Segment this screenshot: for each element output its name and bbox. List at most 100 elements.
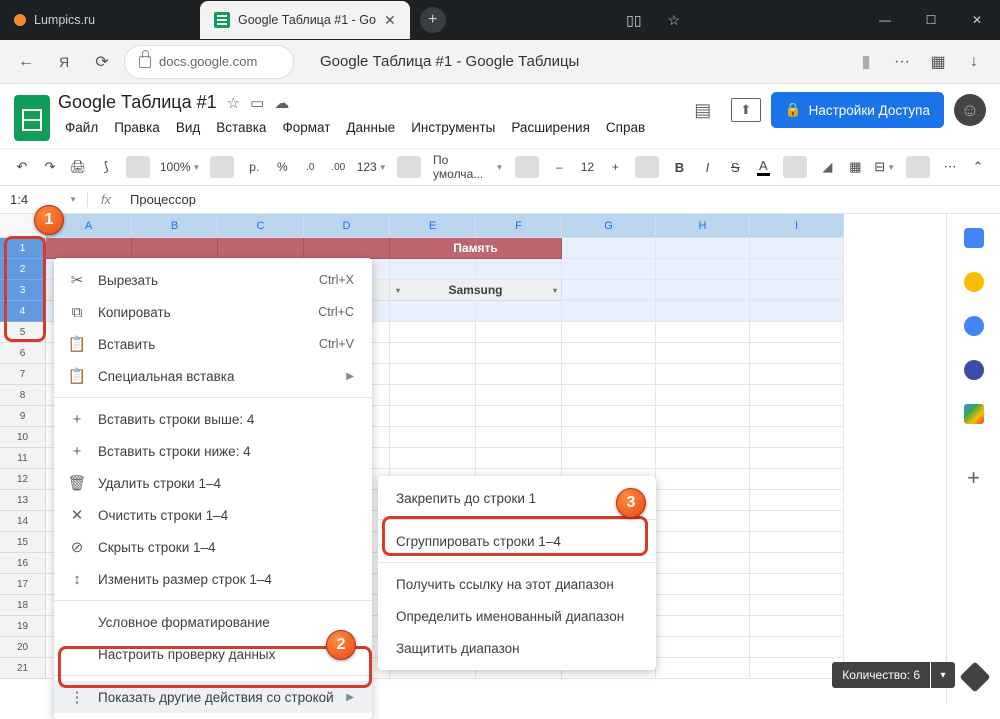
tasks-icon[interactable] <box>964 316 984 336</box>
cell-G8[interactable] <box>562 385 656 406</box>
cell-I18[interactable] <box>750 595 844 616</box>
ctx-insert-below[interactable]: +Вставить строки ниже: 4 <box>54 435 372 467</box>
cell-H14[interactable] <box>656 511 750 532</box>
ctx-hide-rows[interactable]: ⊘Скрыть строки 1–4 <box>54 531 372 563</box>
cell-E7[interactable] <box>390 364 476 385</box>
ctx-more-actions[interactable]: ⋮Показать другие действия со строкой▶ <box>54 681 372 713</box>
url-field[interactable]: docs.google.com <box>124 45 294 79</box>
sub-freeze[interactable]: Закрепить до строки 1 <box>378 482 656 514</box>
cell-H5[interactable] <box>656 322 750 343</box>
cell-I10[interactable] <box>750 427 844 448</box>
cell-I14[interactable] <box>750 511 844 532</box>
cell-H9[interactable] <box>656 406 750 427</box>
cell-F8[interactable] <box>476 385 562 406</box>
row-header-5[interactable]: 5 <box>0 322 46 343</box>
row-header-11[interactable]: 11 <box>0 448 46 469</box>
cell-H11[interactable] <box>656 448 750 469</box>
cell-H12[interactable] <box>656 469 750 490</box>
browser-tab-1[interactable]: Lumpics.ru <box>0 1 200 39</box>
status-dropdown-icon[interactable]: ▾ <box>931 662 955 688</box>
col-header-F[interactable]: F <box>476 214 562 238</box>
row-header-17[interactable]: 17 <box>0 574 46 595</box>
cell-D1[interactable] <box>304 238 390 259</box>
cell-H21[interactable] <box>656 658 750 679</box>
calendar-icon[interactable] <box>964 228 984 248</box>
cell-I6[interactable] <box>750 343 844 364</box>
sheets-logo-icon[interactable] <box>14 95 50 141</box>
menu-view[interactable]: Вид <box>169 117 207 138</box>
paint-format-button[interactable]: ⟆ <box>94 153 118 181</box>
cell-H8[interactable] <box>656 385 750 406</box>
cell-F4[interactable] <box>476 301 562 322</box>
add-addon-button[interactable]: + <box>964 468 984 488</box>
cell-I15[interactable] <box>750 532 844 553</box>
pin-icon[interactable]: ☆ <box>654 0 694 40</box>
share-button[interactable]: 🔒 Настройки Доступа <box>771 92 944 128</box>
cell-H6[interactable] <box>656 343 750 364</box>
redo-button[interactable]: ↷ <box>38 153 62 181</box>
doc-title[interactable]: Google Таблица #1 <box>58 92 217 113</box>
cell-H1[interactable] <box>656 238 750 259</box>
decrease-decimals-button[interactable]: .0 <box>298 153 322 181</box>
more-tools-button[interactable]: ⋯ <box>938 153 962 181</box>
cell-H18[interactable] <box>656 595 750 616</box>
ctx-conditional-format[interactable]: Условное форматирование <box>54 606 372 638</box>
row-header-6[interactable]: 6 <box>0 343 46 364</box>
cell-I21[interactable] <box>750 658 844 679</box>
cell-B1[interactable] <box>132 238 218 259</box>
yandex-button[interactable]: Я <box>48 46 80 78</box>
sub-group[interactable]: Сгруппировать строки 1–4 <box>378 525 656 557</box>
cell-G11[interactable] <box>562 448 656 469</box>
row-header-9[interactable]: 9 <box>0 406 46 427</box>
number-format-dropdown[interactable]: 123▼ <box>354 153 389 181</box>
col-header-I[interactable]: I <box>750 214 844 238</box>
more-icon[interactable]: ··· <box>886 46 918 78</box>
cell-H15[interactable] <box>656 532 750 553</box>
cell-E4[interactable] <box>390 301 476 322</box>
cell-I20[interactable] <box>750 637 844 658</box>
minimize-button[interactable]: — <box>862 0 908 40</box>
cell-E6[interactable] <box>390 343 476 364</box>
row-header-7[interactable]: 7 <box>0 364 46 385</box>
cell-I1[interactable] <box>750 238 844 259</box>
menu-format[interactable]: Формат <box>275 117 337 138</box>
reload-button[interactable]: ⟳ <box>86 46 118 78</box>
italic-button[interactable]: I <box>695 153 719 181</box>
text-color-button[interactable]: A <box>751 153 775 181</box>
cell-G1[interactable] <box>562 238 656 259</box>
cell-G5[interactable] <box>562 322 656 343</box>
keep-icon[interactable] <box>964 272 984 292</box>
fill-color-button[interactable]: ◢ <box>815 153 839 181</box>
cell-F5[interactable] <box>476 322 562 343</box>
ctx-copy[interactable]: ⧉КопироватьCtrl+C <box>54 296 372 328</box>
row-header-16[interactable]: 16 <box>0 553 46 574</box>
menu-data[interactable]: Данные <box>339 117 402 138</box>
menu-insert[interactable]: Вставка <box>209 117 273 138</box>
star-icon[interactable]: ☆ <box>227 94 240 112</box>
cell-H19[interactable] <box>656 616 750 637</box>
cell-I16[interactable] <box>750 553 844 574</box>
close-button[interactable]: ✕ <box>954 0 1000 40</box>
cell-I19[interactable] <box>750 616 844 637</box>
row-header-14[interactable]: 14 <box>0 511 46 532</box>
menu-tools[interactable]: Инструменты <box>404 117 502 138</box>
font-size-increase[interactable]: + <box>603 153 627 181</box>
sub-named-range[interactable]: Определить именованный диапазон <box>378 600 656 632</box>
cell-H16[interactable] <box>656 553 750 574</box>
font-dropdown[interactable]: По умолча...▼ <box>429 153 507 181</box>
ctx-paste-special[interactable]: 📋Специальная вставка▶ <box>54 360 372 392</box>
cell-F9[interactable] <box>476 406 562 427</box>
cell-C1[interactable] <box>218 238 304 259</box>
col-header-B[interactable]: B <box>132 214 218 238</box>
cell-H2[interactable] <box>656 259 750 280</box>
increase-decimals-button[interactable]: .00 <box>326 153 350 181</box>
zoom-dropdown[interactable]: 100%▼ <box>158 153 202 181</box>
contacts-icon[interactable] <box>964 360 984 380</box>
cell-E2[interactable] <box>390 259 476 280</box>
ctx-data-validation[interactable]: Настроить проверку данных <box>54 638 372 670</box>
cell-A1[interactable] <box>46 238 132 259</box>
cell-E1[interactable]: Память <box>390 238 562 259</box>
extensions-icon[interactable]: ▦ <box>922 46 954 78</box>
back-button[interactable]: ← <box>10 46 42 78</box>
cell-E8[interactable] <box>390 385 476 406</box>
